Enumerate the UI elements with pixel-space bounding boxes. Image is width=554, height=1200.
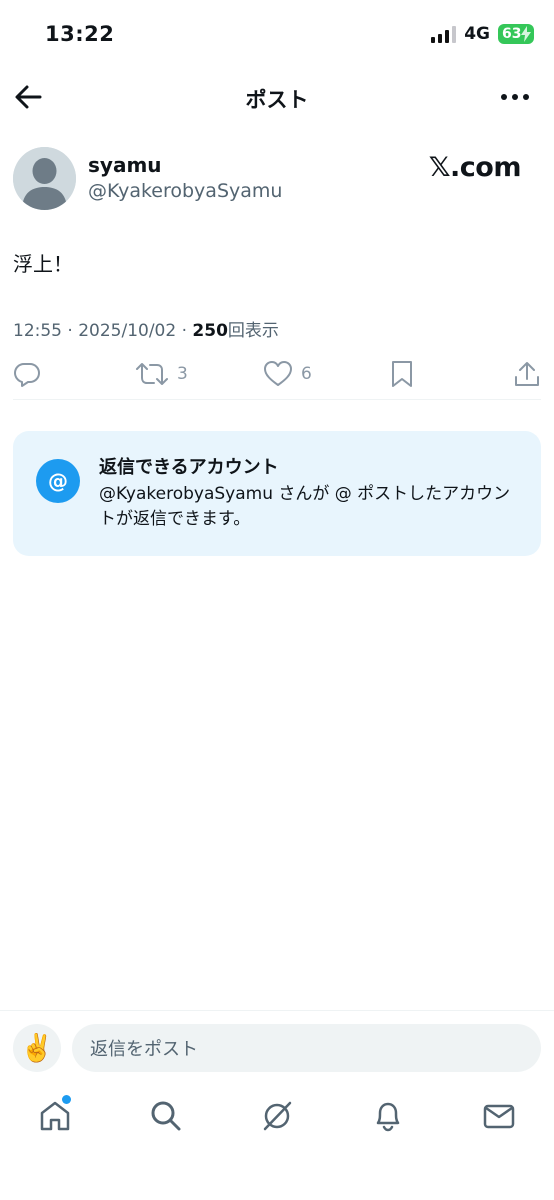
- like-button[interactable]: 6: [263, 360, 312, 388]
- views-label: 回表示: [227, 321, 279, 341]
- repost-count: 3: [177, 364, 188, 384]
- network-type: 4G: [464, 24, 490, 44]
- share-button[interactable]: [513, 360, 541, 388]
- like-icon: [264, 361, 292, 386]
- charging-icon: [521, 26, 531, 42]
- battery-icon: 63: [498, 24, 534, 44]
- battery-level: 63: [502, 26, 522, 42]
- nav-notifications[interactable]: [370, 1098, 406, 1134]
- share-icon: [515, 362, 539, 386]
- messages-icon: [483, 1104, 515, 1129]
- post-timestamp[interactable]: 12:55 · 2025/10/02 ·: [13, 321, 192, 341]
- repost-icon: [136, 363, 168, 385]
- post-text: 浮上！: [13, 252, 73, 276]
- bottom-nav: [0, 1085, 554, 1149]
- status-time: 13:22: [45, 22, 115, 46]
- reply-input[interactable]: 返信をポスト: [72, 1024, 541, 1072]
- reply-permission-body: @KyakerobyaSyamu さんが @ ポストしたアカウントが返信できます…: [99, 484, 511, 529]
- grok-icon: [263, 1101, 292, 1131]
- reply-button[interactable]: [13, 360, 49, 388]
- display-name[interactable]: syamu: [88, 153, 162, 177]
- more-icon: [501, 94, 529, 100]
- page-title: ポスト: [245, 88, 309, 112]
- reply-permission-title: 返信できるアカウント: [99, 457, 279, 478]
- nav-search[interactable]: [148, 1098, 184, 1134]
- post-meta: 12:55 · 2025/10/02 · 250回表示: [13, 316, 279, 341]
- search-icon: [151, 1101, 181, 1131]
- header: ポスト: [0, 70, 554, 126]
- post-actions: 3 6: [13, 360, 541, 396]
- signal-icon: [431, 25, 457, 43]
- default-avatar-icon: [13, 147, 76, 210]
- reply-permission-card: @ 返信できるアカウント @KyakerobyaSyamu さんが @ ポストし…: [13, 431, 541, 556]
- status-bar: 13:22 4G 63: [0, 0, 554, 70]
- more-button[interactable]: [500, 88, 530, 106]
- like-count: 6: [301, 364, 312, 384]
- status-indicators: 4G 63: [431, 24, 534, 44]
- nav-messages[interactable]: [481, 1098, 517, 1134]
- notification-dot: [62, 1095, 71, 1104]
- user-handle[interactable]: @KyakerobyaSyamu: [88, 180, 282, 202]
- my-avatar[interactable]: ✌️: [13, 1024, 61, 1072]
- source-logo: 𝕏.com: [428, 152, 522, 183]
- avatar[interactable]: [13, 147, 76, 210]
- views-count: 250: [192, 321, 228, 341]
- reply-icon: [14, 363, 40, 387]
- nav-home[interactable]: [37, 1095, 73, 1134]
- divider: [13, 399, 541, 400]
- bookmark-icon: [392, 361, 412, 387]
- mention-icon: @: [36, 459, 80, 503]
- notifications-icon: [376, 1102, 400, 1132]
- bookmark-button[interactable]: [390, 360, 414, 388]
- nav-grok[interactable]: [259, 1098, 295, 1134]
- repost-button[interactable]: 3: [135, 360, 188, 388]
- reply-bar: ✌️ 返信をポスト: [0, 1010, 554, 1084]
